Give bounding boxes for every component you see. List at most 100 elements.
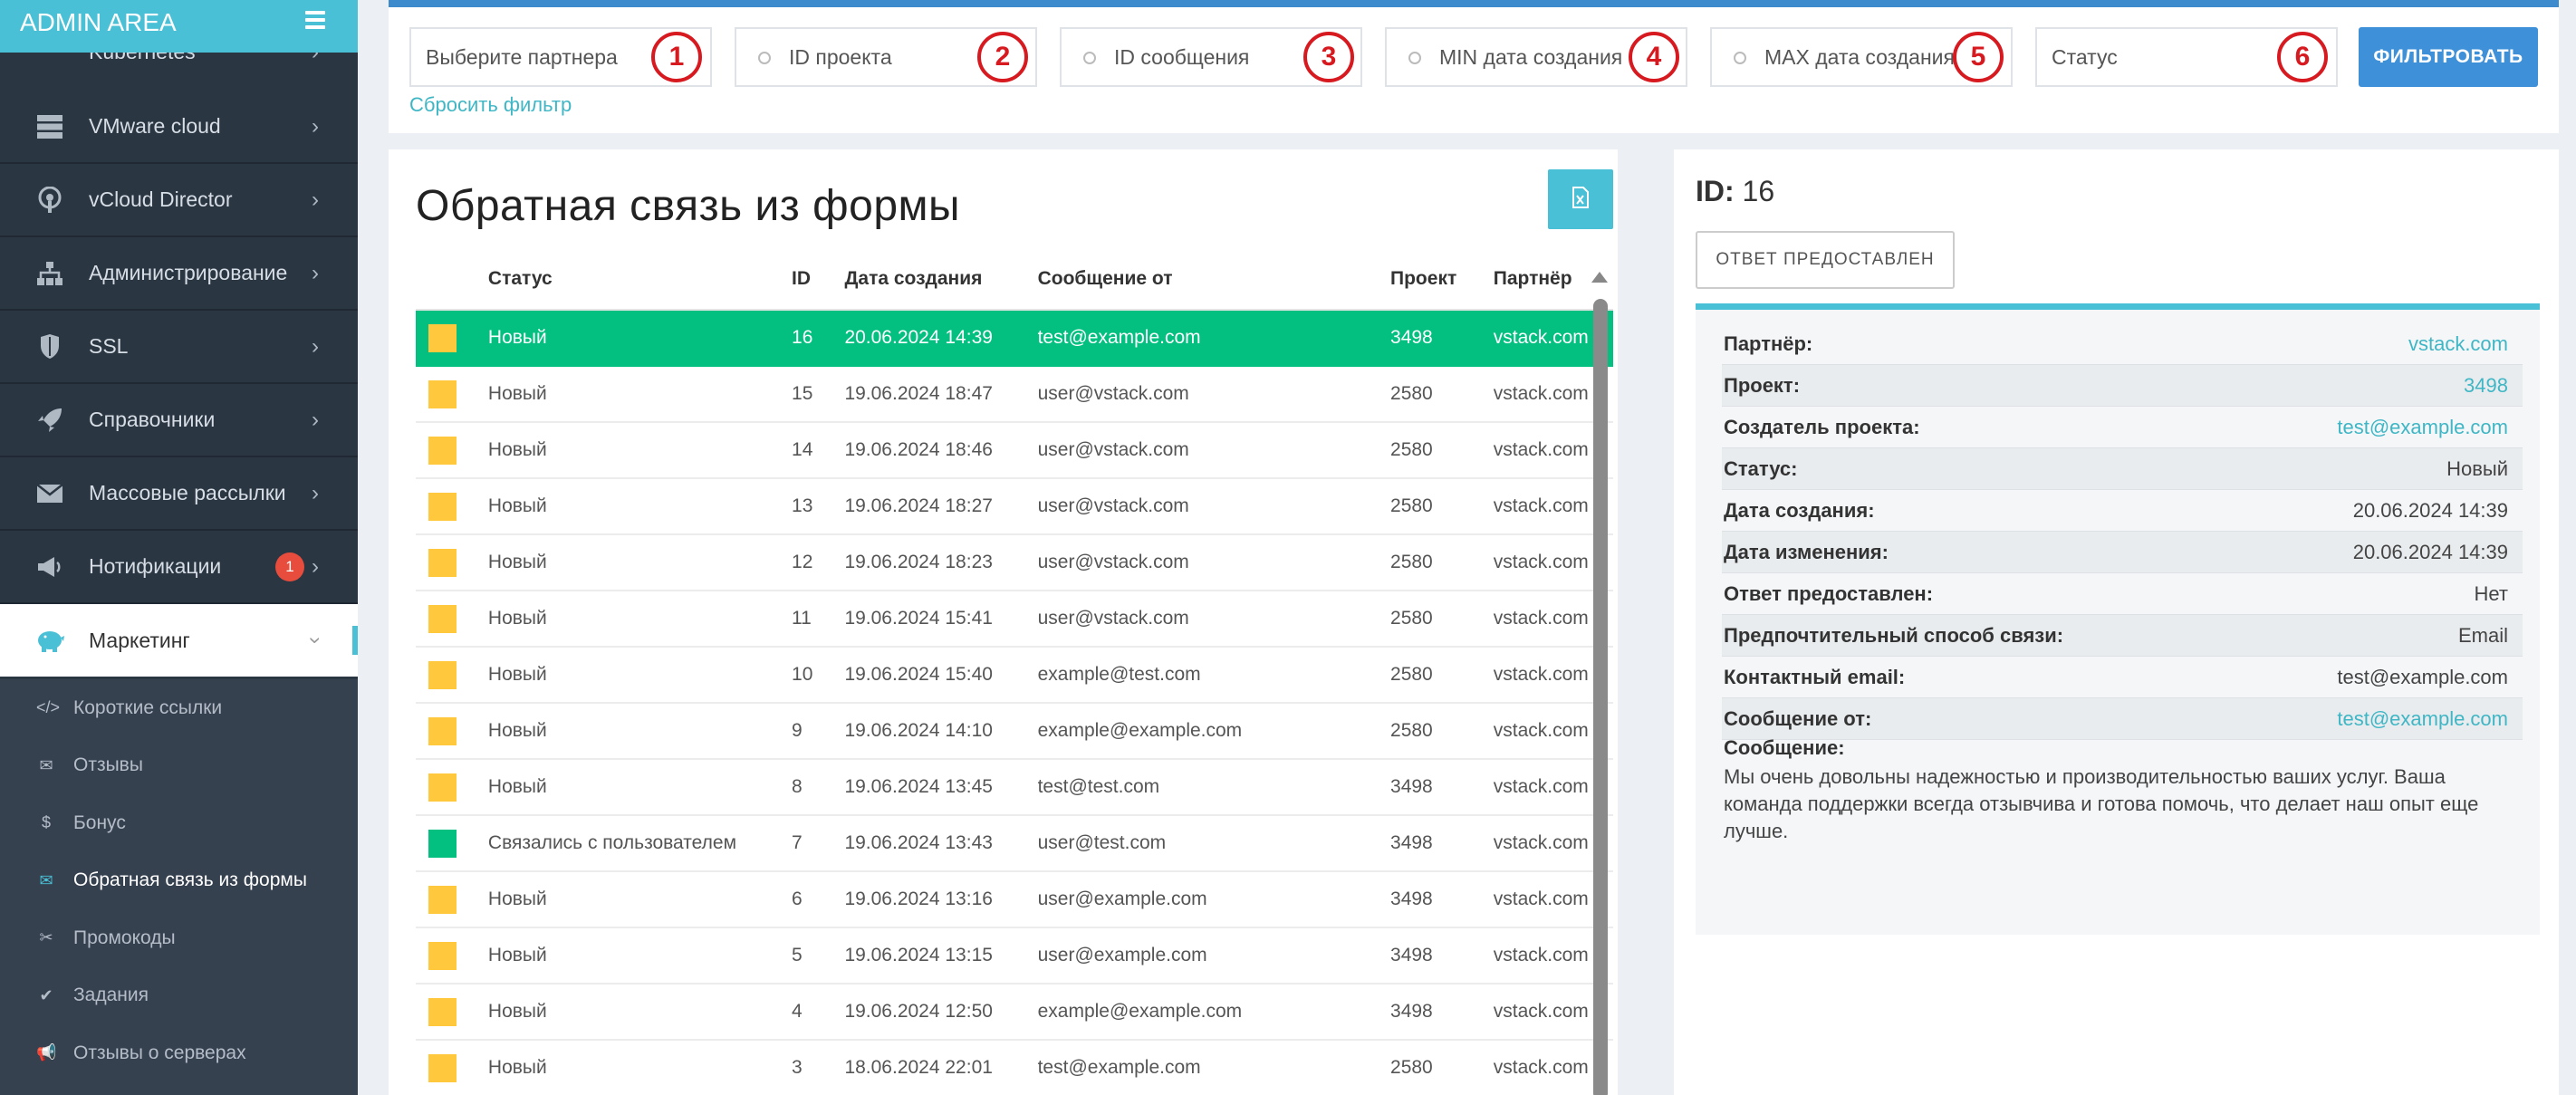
table-row[interactable]: Новый 16 20.06.2024 14:39 test@example.com 3…: [416, 310, 1613, 367]
radio-circle-icon: [758, 52, 771, 64]
sidebar-item-ssl[interactable]: SSL ›: [0, 311, 358, 384]
sidebar-item-administration[interactable]: Администрирование ›: [0, 237, 358, 311]
table-row[interactable]: Новый 9 19.06.2024 14:10 example@example.co…: [416, 703, 1613, 760]
annotation-badge-5: 5: [1953, 32, 2004, 82]
scroll-up-arrow-icon[interactable]: [1591, 272, 1608, 283]
status-color-square: [428, 885, 457, 914]
column-header-from[interactable]: Сообщение от: [1037, 249, 1391, 311]
detail-row: Статус: Новый: [1722, 448, 2523, 490]
cell-from: user@vstack.com: [1037, 478, 1391, 535]
column-header-project[interactable]: Проект: [1390, 249, 1494, 311]
table-header-row: Статус ID Дата создания Сообщение от Про…: [416, 249, 1613, 311]
sidebar-item-label: Администрирование: [89, 261, 288, 284]
cell-project: 2580: [1390, 703, 1494, 760]
table-row[interactable]: Новый 10 19.06.2024 15:40 example@test.com 2…: [416, 647, 1613, 704]
table-row[interactable]: Новый 4 19.06.2024 12:50 example@example.co…: [416, 984, 1613, 1041]
detail-row-link[interactable]: test@example.com: [2337, 707, 2508, 731]
chevron-right-icon: ›: [312, 333, 319, 359]
sidebar-item-label: Нотификации: [89, 554, 222, 578]
annotation-badge-2: 2: [977, 32, 1028, 82]
submenu-item-promocodes[interactable]: ✂ Промокоды: [0, 909, 358, 967]
submenu-item-bonus[interactable]: $ Бонус: [0, 794, 358, 852]
envelope-icon: [34, 478, 65, 509]
radio-circle-icon: [1734, 52, 1746, 64]
cell-date: 19.06.2024 18:46: [844, 422, 1038, 479]
chevron-right-icon: ›: [312, 113, 319, 139]
submenu-item-label: Бонус: [73, 812, 126, 833]
sidebar-item-label: SSL: [89, 334, 129, 358]
cell-project: 2580: [1390, 591, 1494, 648]
status-color-square: [428, 997, 457, 1026]
notification-count-badge: 1: [275, 552, 304, 581]
status-color-cell: [416, 534, 488, 591]
detail-message: Сообщение: Мы очень довольны надежностью…: [1724, 735, 2512, 845]
sidebar-item-vmware-cloud[interactable]: VMware cloud ›: [0, 91, 358, 164]
status-color-cell: [416, 815, 488, 872]
server-icon: [34, 111, 65, 142]
cell-id: 12: [792, 534, 845, 591]
cell-id: 5: [792, 927, 845, 985]
page-title: Обратная связь из формы: [416, 182, 961, 230]
submenu-item-form-feedback[interactable]: ✉ Обратная связь из формы: [0, 852, 358, 910]
cell-project: 2580: [1390, 1040, 1494, 1095]
submenu-item-short-links[interactable]: </> Короткие ссылки: [0, 679, 358, 737]
cell-from: user@vstack.com: [1037, 534, 1391, 591]
table-row[interactable]: Новый 8 19.06.2024 13:45 test@test.com 3498 v…: [416, 759, 1613, 816]
column-header-date[interactable]: Дата создания: [844, 249, 1038, 311]
bullhorn-icon: 📢: [36, 1043, 57, 1062]
scrollbar-thumb[interactable]: [1593, 299, 1608, 1095]
answer-provided-button[interactable]: ОТВЕТ ПРЕДОСТАВЛЕН: [1696, 231, 1955, 289]
reset-filter-link[interactable]: Сбросить фильтр: [409, 93, 572, 117]
table-row[interactable]: Новый 15 19.06.2024 18:47 user@vstack.com 25…: [416, 366, 1613, 423]
table-row[interactable]: Новый 6 19.06.2024 13:16 user@example.com 34…: [416, 871, 1613, 928]
cell-from: test@example.com: [1037, 310, 1391, 367]
detail-row-link[interactable]: test@example.com: [2337, 416, 2508, 439]
feedback-list-panel: Обратная связь из формы Статус ID Дата с…: [389, 149, 1618, 1095]
detail-id-value: 16: [1742, 175, 1775, 207]
cell-id: 14: [792, 422, 845, 479]
filter-button[interactable]: ФИЛЬТРОВАТЬ: [2359, 27, 2538, 87]
cell-date: 19.06.2024 18:23: [844, 534, 1038, 591]
table-row[interactable]: Новый 5 19.06.2024 13:15 user@example.com 34…: [416, 927, 1613, 985]
table-row[interactable]: Новый 3 18.06.2024 22:01 test@example.com 25…: [416, 1040, 1613, 1095]
column-header-status[interactable]: Статус: [487, 249, 793, 311]
active-indicator: [352, 626, 358, 655]
hamburger-menu-icon[interactable]: [305, 11, 325, 31]
status-color-square: [428, 492, 457, 521]
sidebar-item-marketing[interactable]: Маркетинг ›: [0, 604, 358, 677]
sidebar-item-label: VMware cloud: [89, 114, 221, 138]
table-row[interactable]: Новый 13 19.06.2024 18:27 user@vstack.com 25…: [416, 478, 1613, 535]
table-row[interactable]: Связались с пользователем 7 19.06.2024 13:…: [416, 815, 1613, 872]
cell-project: 2580: [1390, 534, 1494, 591]
column-header-id[interactable]: ID: [792, 249, 845, 311]
export-excel-button[interactable]: [1548, 169, 1613, 229]
cell-project: 2580: [1390, 366, 1494, 423]
status-color-square: [428, 323, 457, 352]
cell-date: 19.06.2024 15:41: [844, 591, 1038, 648]
cell-id: 9: [792, 703, 845, 760]
detail-id-label: ID:: [1696, 175, 1735, 207]
submenu-item-tasks[interactable]: ✔ Задания: [0, 967, 358, 1025]
detail-row-label: Дата изменения:: [1724, 540, 1889, 563]
table-row[interactable]: Новый 12 19.06.2024 18:23 user@vstack.com 25…: [416, 534, 1613, 591]
detail-row: Ответ предоставлен: Нет: [1722, 573, 2523, 615]
sidebar-item-mass-mailing[interactable]: Массовые рассылки ›: [0, 457, 358, 531]
status-color-cell: [416, 366, 488, 423]
sidebar-item-references[interactable]: Справочники ›: [0, 384, 358, 457]
submenu-item-server-reviews[interactable]: 📢 Отзывы о серверах: [0, 1024, 358, 1082]
rocket-icon: [34, 405, 65, 436]
table-row[interactable]: Новый 11 19.06.2024 15:41 user@vstack.com 25…: [416, 591, 1613, 648]
cell-status: Новый: [487, 422, 793, 479]
sidebar-item-vcloud-director[interactable]: vCloud Director ›: [0, 164, 358, 237]
sidebar-item-notifications[interactable]: Нотификации 1 ›: [0, 531, 358, 604]
radio-circle-icon: [1083, 52, 1096, 64]
cell-id: 11: [792, 591, 845, 648]
table-row[interactable]: Новый 14 19.06.2024 18:46 user@vstack.com 25…: [416, 422, 1613, 479]
detail-row-label: Контактный email:: [1724, 665, 1906, 688]
detail-row-link[interactable]: vstack.com: [2408, 332, 2508, 356]
submenu-item-reviews[interactable]: ✉ Отзывы: [0, 737, 358, 795]
annotation-badge-6: 6: [2277, 32, 2328, 82]
detail-row-link[interactable]: 3498: [2464, 374, 2508, 398]
sidebar-menu-list: VMware cloud › vCloud Director › Админис…: [0, 91, 358, 677]
cell-from: example@example.com: [1037, 703, 1391, 760]
